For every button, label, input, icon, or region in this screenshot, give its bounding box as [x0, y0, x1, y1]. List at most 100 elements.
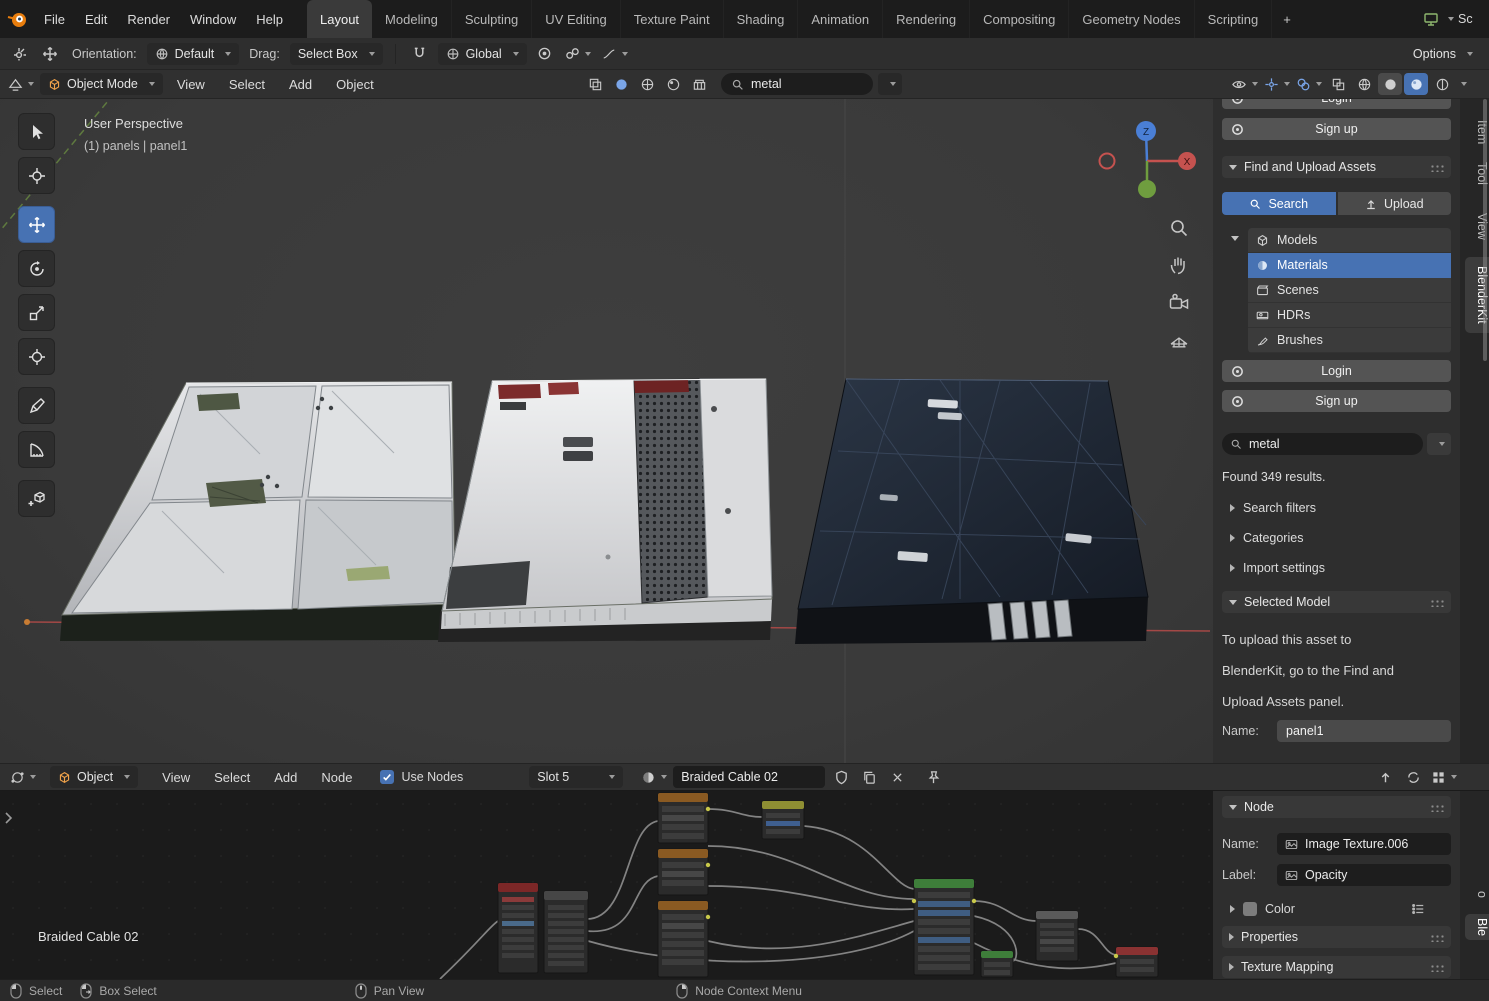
editor-type-icon[interactable] [6, 73, 36, 95]
signup-button[interactable]: Sign up [1222, 390, 1451, 412]
color-row[interactable]: Color [1222, 902, 1451, 916]
workspace-tab-animation[interactable]: Animation [798, 0, 884, 38]
shading-options-caret[interactable] [1461, 82, 1467, 86]
overlays-dropdown-icon[interactable] [1294, 73, 1324, 95]
node-editor-canvas[interactable]: Braided Cable 02 [0, 791, 1213, 979]
menu-edit[interactable]: Edit [75, 12, 117, 27]
sh-menu-view[interactable]: View [152, 770, 200, 785]
panel-grip-icon[interactable] [1429, 162, 1444, 172]
scene-selector[interactable]: Sc [1423, 0, 1489, 38]
material-browse-icon[interactable] [639, 766, 669, 788]
zoom-control-icon[interactable] [1168, 217, 1190, 239]
workspace-tab-modeling[interactable]: Modeling [372, 0, 452, 38]
texture-mapping-section-header[interactable]: Texture Mapping [1222, 956, 1451, 978]
viewport-canvas[interactable]: User Perspective (1) panels | panel1 Z X [0, 99, 1213, 763]
shader-type-dropdown[interactable]: Object [50, 766, 139, 788]
search-history-button[interactable] [1427, 433, 1451, 455]
color-swatch[interactable] [1243, 902, 1257, 916]
sh-menu-node[interactable]: Node [311, 770, 362, 785]
editor-type-icon[interactable] [8, 766, 38, 788]
axis-y-handle[interactable] [1138, 180, 1156, 198]
workspace-tab-geometry-nodes[interactable]: Geometry Nodes [1069, 0, 1195, 38]
vp-menu-add[interactable]: Add [279, 77, 322, 92]
node-label-field[interactable]: Opacity [1277, 864, 1451, 886]
snap-node-icon[interactable] [1401, 766, 1425, 788]
tab-search[interactable]: Search [1222, 192, 1336, 215]
workspace-tab-uv-editing[interactable]: UV Editing [532, 0, 621, 38]
unlink-material-icon[interactable] [885, 766, 909, 788]
options-dropdown[interactable]: Options [1405, 43, 1481, 65]
sh-menu-select[interactable]: Select [204, 770, 260, 785]
material-name-field[interactable]: Braided Cable 02 [673, 766, 826, 788]
shading-material-icon[interactable] [635, 73, 659, 95]
tool-move[interactable] [18, 206, 55, 243]
falloff-curve-icon[interactable] [599, 43, 630, 65]
properties-section-header[interactable]: Properties [1222, 926, 1451, 948]
menu-render[interactable]: Render [117, 12, 180, 27]
asset-type-models[interactable]: Models [1248, 228, 1451, 253]
axis-x-negative-handle[interactable] [1098, 152, 1116, 170]
tool-transform[interactable] [18, 338, 55, 375]
menu-window[interactable]: Window [180, 12, 246, 27]
workspace-tab-compositing[interactable]: Compositing [970, 0, 1070, 38]
node-name-field[interactable]: Image Texture.006 [1277, 833, 1451, 855]
shading-solid-icon[interactable] [609, 73, 633, 95]
vp-menu-select[interactable]: Select [219, 77, 275, 92]
tool-select-box[interactable] [18, 113, 55, 150]
vp-menu-object[interactable]: Object [326, 77, 384, 92]
tool-cursor[interactable] [18, 157, 55, 194]
selected-model-header[interactable]: Selected Model [1222, 591, 1451, 613]
list-view-icon[interactable] [1411, 902, 1425, 916]
gizmos-dropdown-icon[interactable] [1262, 73, 1292, 95]
tool-scale[interactable] [18, 294, 55, 331]
multires-icon[interactable] [687, 73, 711, 95]
active-tool-icon[interactable] [8, 43, 32, 65]
snap-target-dropdown[interactable]: Global [437, 42, 527, 65]
workspace-tab-layout[interactable]: Layout [307, 0, 373, 38]
region-expand-icon[interactable] [3, 811, 13, 825]
node-sidebar-tab-blenderkit[interactable]: Ble [1465, 913, 1489, 941]
asset-search-input[interactable]: metal [1222, 433, 1423, 455]
search-filters-expander[interactable]: Search filters [1222, 498, 1451, 518]
asset-name-field[interactable]: panel1 [1277, 720, 1451, 742]
node-section-header[interactable]: Node [1222, 796, 1451, 818]
panel-grip-icon[interactable] [1429, 597, 1444, 607]
sh-menu-add[interactable]: Add [264, 770, 307, 785]
asset-type-scenes[interactable]: Scenes [1248, 278, 1451, 303]
blender-logo-icon[interactable] [0, 0, 34, 38]
panel-grip-icon[interactable] [1429, 962, 1444, 972]
shading-rendered-icon[interactable] [661, 73, 685, 95]
login-button[interactable]: Login [1222, 360, 1451, 382]
menu-help[interactable]: Help [246, 12, 293, 27]
login-button-partial[interactable]: Login [1222, 99, 1451, 109]
panel-grip-icon[interactable] [1429, 932, 1444, 942]
menu-file[interactable]: File [34, 12, 75, 27]
use-nodes-toggle[interactable]: Use Nodes [380, 770, 463, 784]
workspace-tab-shading[interactable]: Shading [724, 0, 799, 38]
sidebar-scrollbar[interactable] [1483, 99, 1487, 361]
tool-add-cube[interactable] [18, 480, 55, 517]
pin-icon[interactable] [921, 766, 945, 788]
proportional-edit-icon[interactable] [533, 43, 557, 65]
orthographic-grid-icon[interactable] [1168, 330, 1190, 352]
mode-dropdown[interactable]: Object Mode [40, 73, 163, 95]
xray-toggle-icon[interactable] [1326, 73, 1350, 95]
search-presets-button[interactable] [878, 73, 902, 95]
signup-button-top[interactable]: Sign up [1222, 118, 1451, 140]
find-upload-assets-header[interactable]: Find and Upload Assets [1222, 156, 1451, 178]
transform-gizmo-icon[interactable] [38, 43, 62, 65]
workspace-tab-scripting[interactable]: Scripting [1195, 0, 1273, 38]
proportional-connected-icon[interactable] [563, 43, 593, 65]
fake-user-shield-icon[interactable] [829, 766, 853, 788]
tab-upload[interactable]: Upload [1337, 192, 1451, 215]
copy-material-icon[interactable] [857, 766, 881, 788]
node-sidebar-tab-options[interactable]: o [1465, 889, 1489, 900]
camera-view-icon[interactable] [1168, 292, 1190, 314]
add-workspace-button[interactable]: + [1272, 0, 1302, 38]
workspace-tab-texture-paint[interactable]: Texture Paint [621, 0, 724, 38]
viewport-shading-rendered-icon[interactable] [1430, 73, 1454, 95]
visibility-dropdown-icon[interactable] [1229, 73, 1260, 95]
navigation-gizmo[interactable]: Z X [1085, 115, 1205, 207]
overlay-grid-icon[interactable] [1429, 766, 1459, 788]
shading-wireframe-icon[interactable] [583, 73, 607, 95]
